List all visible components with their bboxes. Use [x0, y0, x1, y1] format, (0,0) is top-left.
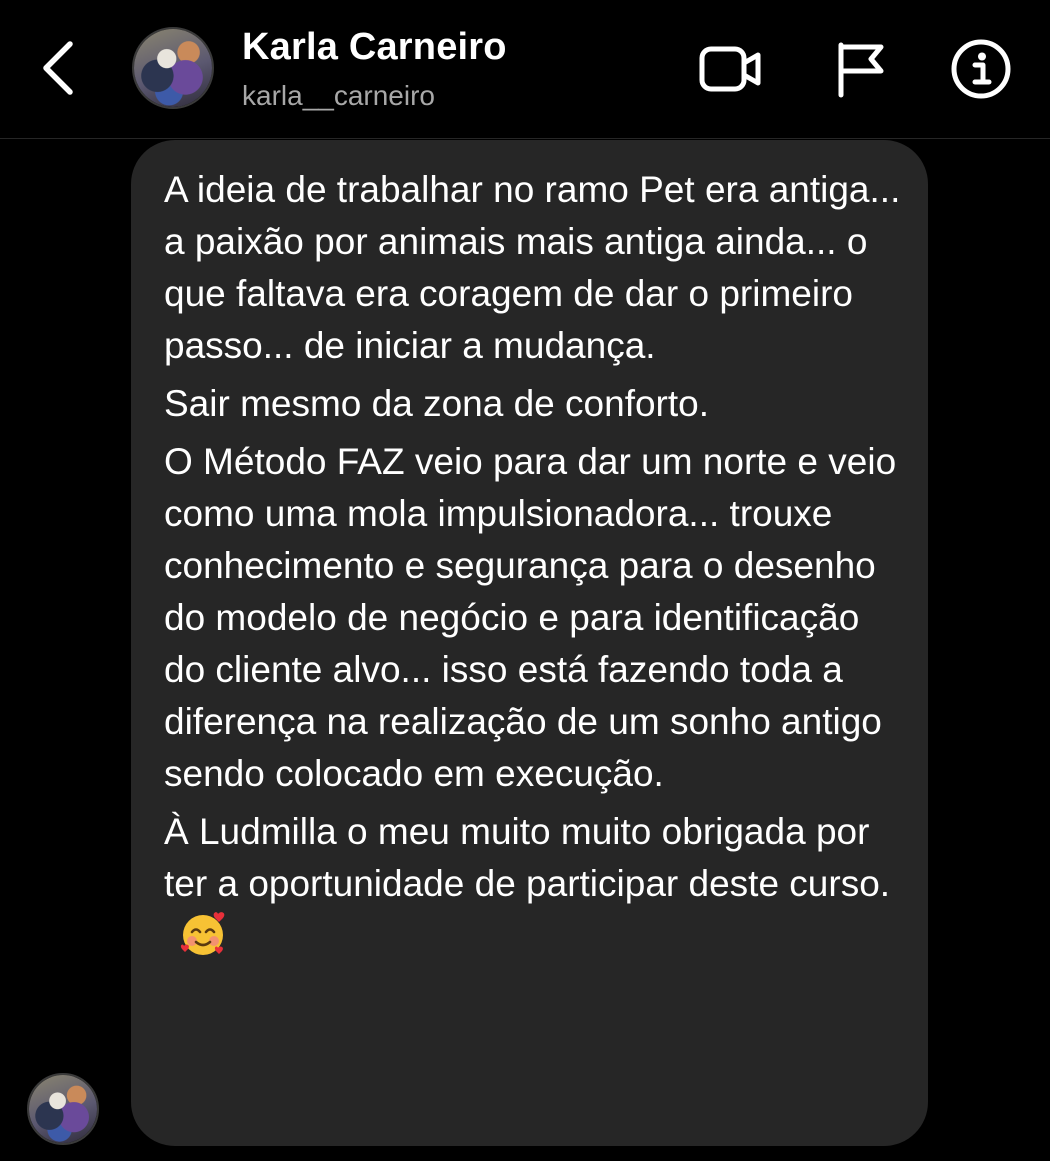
avatar-image: [134, 29, 212, 107]
message-bubble[interactable]: A ideia de trabalhar no ramo Pet era ant…: [131, 140, 928, 1146]
contact-username[interactable]: karla__carneiro: [242, 80, 435, 112]
video-call-button[interactable]: [698, 38, 764, 100]
message-paragraph: O Método FAZ veio para dar um norte e ve…: [164, 441, 897, 794]
chevron-left-icon: [43, 41, 73, 95]
info-button[interactable]: [948, 38, 1014, 100]
video-camera-icon: [699, 46, 761, 92]
info-icon: [951, 39, 1011, 99]
contact-name[interactable]: Karla Carneiro: [242, 26, 507, 69]
back-button[interactable]: [30, 36, 86, 100]
message-paragraph: Sair mesmo da zona de conforto.: [164, 383, 710, 424]
sender-avatar[interactable]: [27, 1073, 99, 1145]
message-paragraph-last: À Ludmilla o meu muito muito obrigada po…: [164, 806, 908, 972]
chat-header: Karla Carneiro karla__carneiro: [0, 0, 1050, 139]
smiling-face-with-hearts-icon: [178, 910, 228, 972]
flag-icon: [838, 42, 884, 98]
avatar-image: [29, 1075, 97, 1143]
message-text: À Ludmilla o meu muito muito obrigada po…: [164, 811, 891, 904]
profile-avatar[interactable]: [132, 27, 214, 109]
report-button[interactable]: [826, 38, 892, 100]
message-paragraph: A ideia de trabalhar no ramo Pet era ant…: [164, 169, 901, 366]
